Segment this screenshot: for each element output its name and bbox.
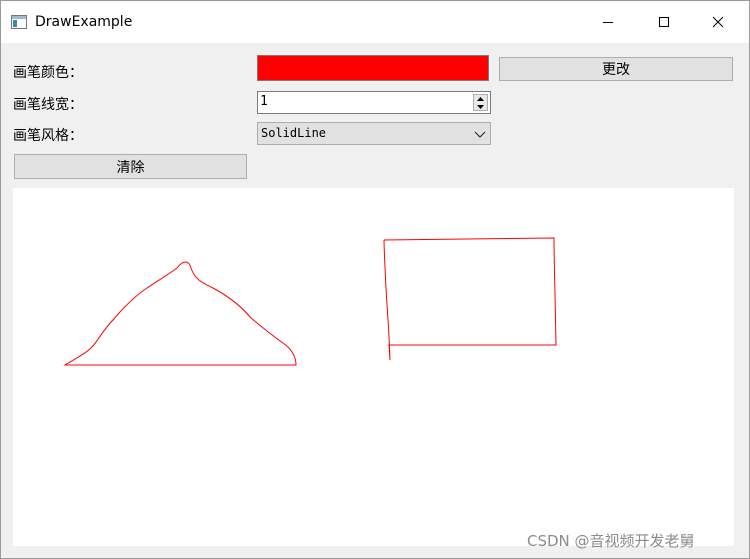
spin-arrows — [473, 94, 488, 111]
window-title: DrawExample — [35, 14, 133, 30]
chevron-down-icon — [474, 131, 486, 138]
stroke-rectangle — [383, 237, 557, 361]
minimize-icon — [603, 22, 613, 23]
maximize-icon — [659, 17, 669, 27]
close-icon — [712, 16, 724, 28]
pen-color-swatch — [257, 55, 489, 81]
title-bar[interactable]: DrawExample — [1, 1, 749, 43]
spin-up-icon[interactable] — [474, 95, 487, 102]
pen-color-label: 画笔颜色： — [13, 65, 83, 81]
watermark-text: CSDN @音视频开发老舅 — [527, 532, 695, 550]
clear-button[interactable]: 清除 — [14, 154, 247, 179]
pen-width-spinbox[interactable]: 1 — [257, 91, 491, 114]
spin-down-icon[interactable] — [474, 103, 487, 110]
app-window: DrawExample 画笔颜色： 更改 画笔线宽： 1 画笔风格： Solid… — [0, 0, 750, 559]
minimize-button[interactable] — [585, 1, 631, 43]
close-button[interactable] — [695, 1, 741, 43]
stroke-triangle — [63, 261, 297, 366]
pen-style-combobox[interactable]: SolidLine — [257, 122, 491, 145]
pen-style-value: SolidLine — [261, 126, 327, 140]
drawing-strokes — [63, 237, 557, 366]
app-window-icon — [11, 15, 27, 29]
change-color-button[interactable]: 更改 — [499, 57, 733, 81]
pen-width-label: 画笔线宽： — [13, 97, 83, 113]
maximize-button[interactable] — [641, 1, 687, 43]
pen-style-label: 画笔风格： — [13, 128, 83, 144]
drawing-canvas[interactable] — [13, 188, 734, 546]
pen-width-value: 1 — [260, 94, 268, 109]
